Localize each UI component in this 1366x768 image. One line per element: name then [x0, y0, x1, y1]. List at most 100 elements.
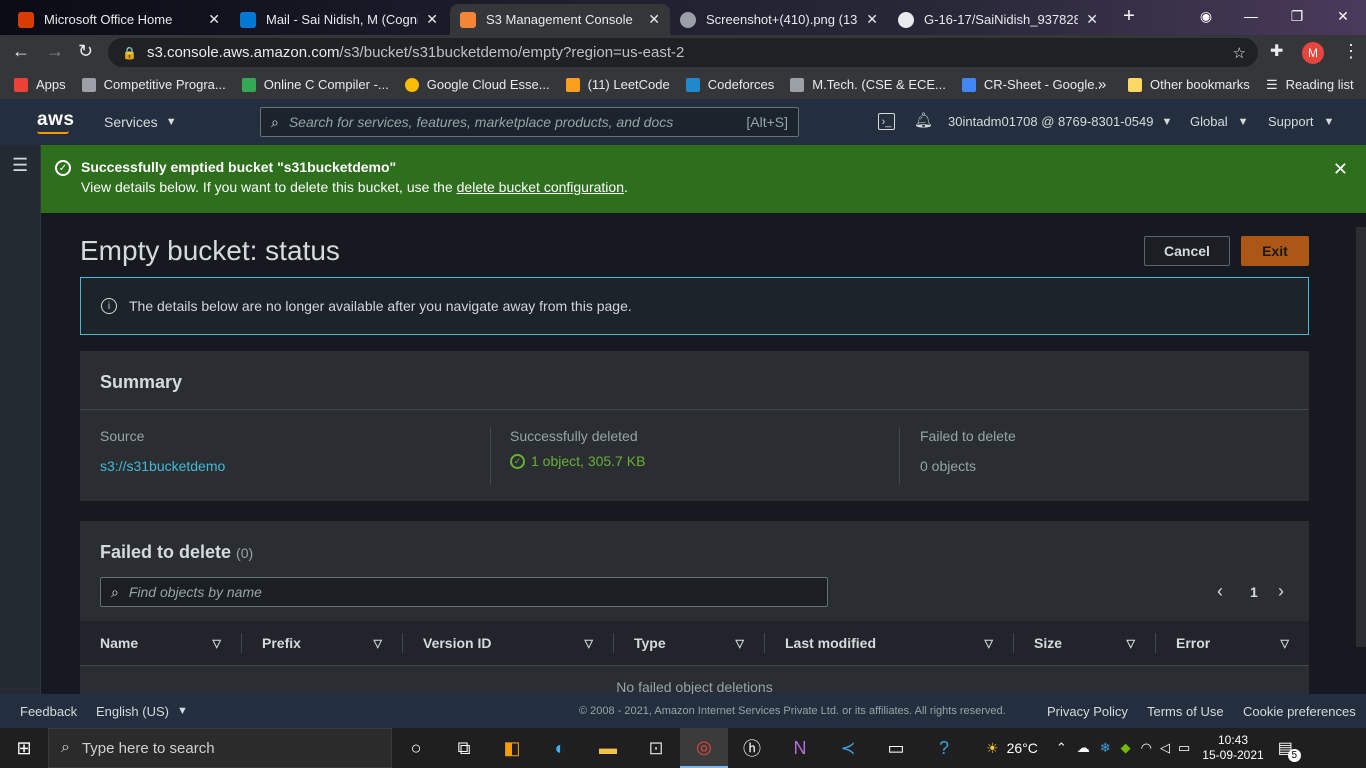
nvidia-icon[interactable]: ◆ — [1121, 740, 1131, 756]
forward-icon[interactable]: → — [46, 41, 64, 62]
notifications-icon[interactable]: ▤ 5 — [1278, 738, 1301, 762]
page-number[interactable]: 1 — [1250, 584, 1258, 600]
help-icon[interactable]: ? — [920, 728, 968, 768]
address-bar[interactable]: 🔒 s3.console.aws.amazon.com/s3/bucket/s3… — [108, 38, 1258, 67]
aws-logo[interactable]: aws — [37, 109, 74, 131]
terms-link[interactable]: Terms of Use — [1147, 704, 1224, 719]
close-tab-icon[interactable]: ✕ — [866, 11, 878, 28]
new-tab-button[interactable]: + — [1112, 0, 1146, 32]
aws-search-input[interactable]: ⌕ Search for services, features, marketp… — [260, 107, 799, 137]
profile-avatar[interactable]: M — [1302, 42, 1324, 64]
close-window-button[interactable]: ✕ — [1320, 0, 1366, 32]
col-version-id[interactable]: Version ID ▽ — [403, 633, 614, 653]
wifi-icon[interactable]: ◠ — [1141, 740, 1152, 756]
prev-page-icon[interactable]: ‹ — [1217, 581, 1223, 602]
source-link[interactable]: s3://s31bucketdemo — [100, 458, 225, 474]
extensions-icon[interactable]: ✚ — [1270, 41, 1283, 61]
side-nav: ☰ — [0, 145, 41, 694]
windows-taskbar: ⊞ ⌕ Type here to search ○ ⧉ ◧ ◐ ▬ ⊡ ◎ ⓗ N… — [0, 728, 1366, 768]
tab-office[interactable]: Microsoft Office Home ✕ — [8, 4, 230, 35]
cloudshell-icon[interactable]: ›_ — [878, 113, 895, 130]
back-icon[interactable]: ← — [12, 41, 30, 62]
next-page-icon[interactable]: › — [1278, 581, 1284, 602]
feedback-link[interactable]: Feedback — [20, 704, 77, 719]
success-flashbar: ✓ Successfully emptied bucket "s31bucket… — [41, 145, 1366, 213]
col-size[interactable]: Size ▽ — [1014, 633, 1156, 653]
store-icon[interactable]: ⊡ — [632, 728, 680, 768]
clock[interactable]: 10:43 15-09-2021 — [1202, 733, 1263, 763]
windows-start-icon[interactable]: ⊞ — [0, 728, 48, 768]
onenote-icon[interactable]: N — [776, 728, 824, 768]
caret-down-icon: ▼ — [165, 116, 177, 128]
bell-icon[interactable]: 🔔︎ — [914, 111, 933, 129]
exit-button[interactable]: Exit — [1241, 236, 1309, 266]
tab-screenshot[interactable]: Screenshot+(410).png (1366×768)✕ — [670, 4, 888, 35]
onedrive-icon[interactable]: ☁ — [1077, 740, 1090, 756]
col-error[interactable]: Error ▽ — [1156, 633, 1309, 653]
scrollbar[interactable] — [1356, 227, 1366, 647]
tray-chevron-icon[interactable]: ⌃ — [1056, 740, 1067, 756]
cancel-button[interactable]: Cancel — [1144, 236, 1230, 266]
tab-s3[interactable]: S3 Management Console ✕ — [450, 4, 670, 35]
delete-bucket-config-link[interactable]: delete bucket configuration — [457, 179, 624, 195]
bookmark-codeforces[interactable]: Codeforces — [685, 77, 774, 92]
chrome-icon[interactable]: ◎ — [680, 728, 728, 768]
bookmark-apps[interactable]: Apps — [14, 77, 66, 92]
col-prefix[interactable]: Prefix ▽ — [242, 633, 403, 653]
taskbar-search[interactable]: ⌕ Type here to search — [48, 728, 392, 768]
close-tab-icon[interactable]: ✕ — [208, 11, 220, 28]
tab-github[interactable]: G-16-17/SaiNidish_937828 ✕ — [888, 4, 1108, 35]
hp-icon[interactable]: ⓗ — [728, 728, 776, 768]
close-tab-icon[interactable]: ✕ — [1086, 11, 1098, 28]
bookmark-compiler[interactable]: Online C Compiler -... — [241, 77, 389, 92]
other-bookmarks[interactable]: Other bookmarks — [1128, 77, 1250, 92]
menu-dots-icon[interactable]: ⋮ — [1342, 41, 1360, 62]
bookmark-crsheet[interactable]: CR-Sheet - Google... — [961, 77, 1100, 92]
bookmark-leetcode[interactable]: (11) LeetCode — [565, 77, 670, 92]
reading-list[interactable]: ☰ Reading list — [1266, 77, 1354, 93]
bookmark-competitive[interactable]: Competitive Progra... — [81, 77, 226, 92]
tab-mail[interactable]: Mail - Sai Nidish, M (Cognizant)✕ — [230, 4, 448, 35]
maximize-button[interactable]: ❐ — [1274, 0, 1320, 32]
col-name[interactable]: Name ▽ — [80, 633, 242, 653]
weather-widget[interactable]: ☀ 26°C — [986, 740, 1038, 757]
file-explorer-icon[interactable]: ▬ — [584, 728, 632, 768]
star-icon[interactable]: ☆ — [1233, 44, 1246, 62]
profile-circle-icon[interactable]: ◉ — [1186, 0, 1226, 32]
success-check-icon: ✓ — [55, 160, 71, 176]
close-tab-icon[interactable]: ✕ — [426, 11, 438, 28]
volume-icon[interactable]: ◁ — [1160, 740, 1170, 756]
close-tab-icon[interactable]: ✕ — [648, 11, 660, 28]
support-menu[interactable]: Support ▼ — [1268, 114, 1334, 129]
region-menu[interactable]: Global ▼ — [1190, 114, 1248, 129]
snowflake-icon[interactable]: ❄ — [1100, 740, 1111, 756]
vscode-icon[interactable]: ≺ — [824, 728, 872, 768]
col-last-modified[interactable]: Last modified ▽ — [765, 633, 1014, 653]
cookie-link[interactable]: Cookie preferences — [1243, 704, 1356, 719]
edge-icon[interactable]: ◐ — [536, 728, 584, 768]
sort-icon: ▽ — [212, 637, 221, 650]
more-bookmarks-button[interactable]: » — [1098, 76, 1106, 93]
account-menu[interactable]: 30intadm01708 @ 8769-8301-0549 ▼ — [948, 114, 1172, 129]
browser-toolbar: ← → ↻ 🔒 s3.console.aws.amazon.com/s3/buc… — [0, 35, 1366, 70]
sort-icon: ▽ — [584, 637, 593, 650]
minimize-button[interactable]: — — [1228, 0, 1274, 32]
services-menu[interactable]: Services ▼ — [104, 114, 177, 130]
divider — [490, 427, 491, 485]
cortana-icon[interactable]: ○ — [392, 728, 440, 768]
sublime-icon[interactable]: ◧ — [488, 728, 536, 768]
hamburger-icon[interactable]: ☰ — [12, 155, 28, 176]
dismiss-flash-icon[interactable]: ✕ — [1333, 159, 1348, 180]
privacy-link[interactable]: Privacy Policy — [1047, 704, 1128, 719]
col-type[interactable]: Type ▽ — [614, 633, 765, 653]
task-view-icon[interactable]: ⧉ — [440, 728, 488, 768]
find-objects-input[interactable]: ⌕ Find objects by name — [100, 577, 828, 607]
bookmark-mtech[interactable]: M.Tech. (CSE & ECE... — [790, 77, 946, 92]
flash-title: Successfully emptied bucket "s31bucketde… — [81, 159, 397, 175]
aws-s3-icon — [460, 11, 476, 28]
battery-icon[interactable]: ▭ — [1178, 740, 1190, 756]
terminal-icon[interactable]: ▭ — [872, 728, 920, 768]
bookmark-gcloud[interactable]: Google Cloud Esse... — [404, 77, 550, 92]
reload-icon[interactable]: ↻ — [78, 41, 93, 62]
language-selector[interactable]: English (US) ▼ — [96, 704, 188, 719]
